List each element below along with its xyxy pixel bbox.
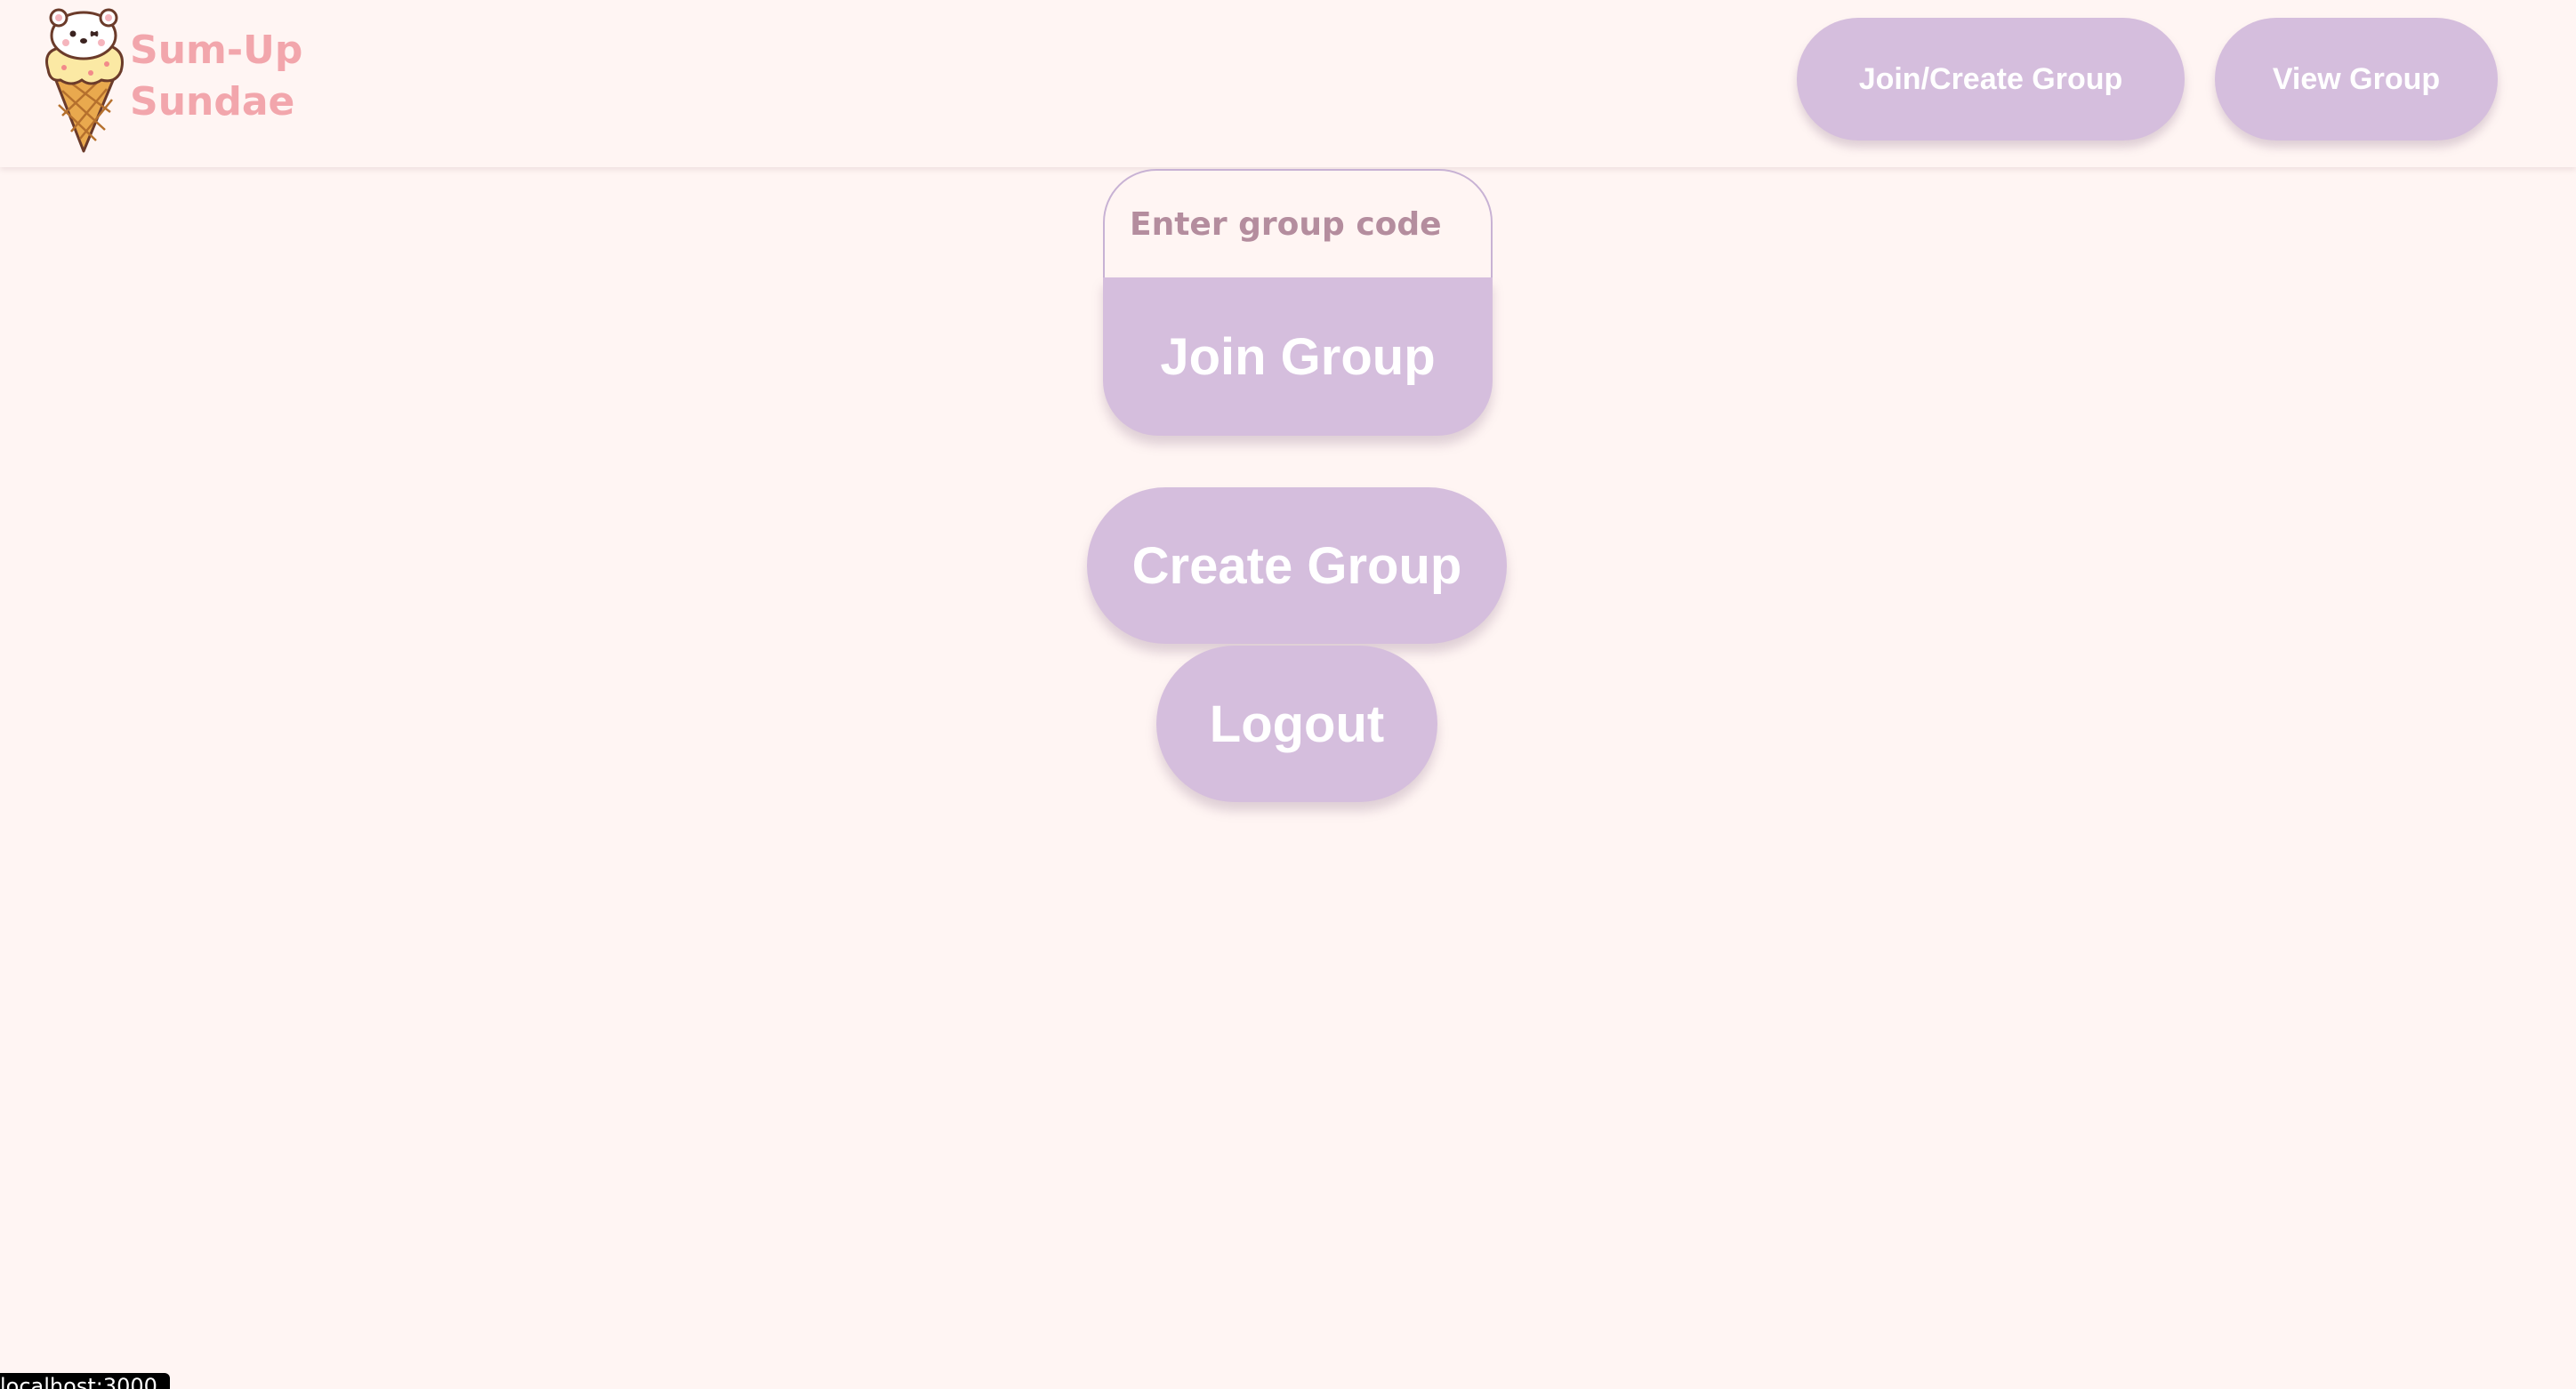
brand-line-1: Sum-Up (130, 28, 303, 73)
create-group-button[interactable]: Create Group (1087, 487, 1507, 644)
logout-button[interactable]: Logout (1156, 646, 1437, 802)
join-group-button[interactable]: Join Group (1103, 277, 1493, 436)
join-create-group-nav-button[interactable]: Join/Create Group (1797, 18, 2185, 141)
view-group-nav-button[interactable]: View Group (2215, 18, 2498, 141)
join-group-form: Join Group (1103, 169, 1493, 436)
ice-cream-bear-icon (45, 8, 124, 153)
brand-name: Sum-Up Sundae (130, 25, 302, 128)
status-bar-url: localhost:3000 (0, 1373, 170, 1389)
top-navbar: Sum-Up Sundae Join/Create Group View Gro… (0, 0, 2576, 167)
group-code-input[interactable] (1103, 169, 1493, 277)
brand-line-2: Sundae (130, 79, 295, 124)
